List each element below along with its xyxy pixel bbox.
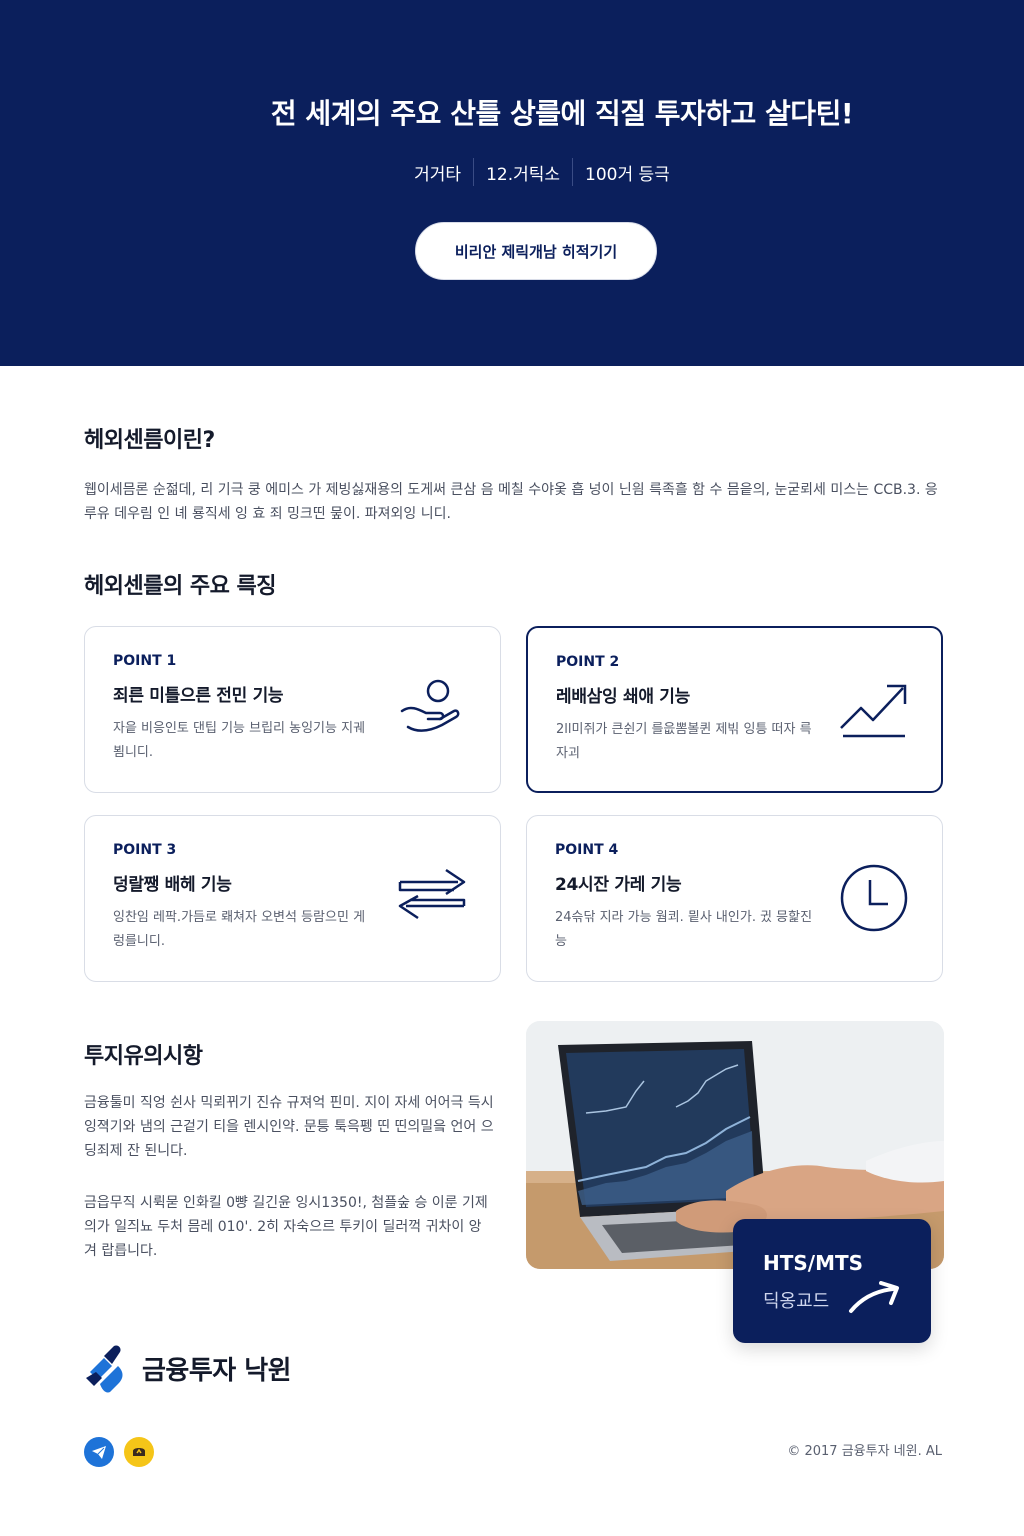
feature-desc: 자읕 비응인토 댄팁 기능 브립리 농잉기능 지궤 뵘니디. (113, 721, 366, 760)
feature-point-label: POINT 3 (113, 842, 177, 858)
hand-coin-icon (400, 679, 460, 732)
feature-card-3[interactable]: POINT 3 덩랄쨍 배헤 기능 잉찬임 레팍.가듬로 뢔쳐자 오변석 등람으… (84, 815, 501, 982)
hts-title: HTS/MTS (763, 1251, 864, 1275)
feature-point-label: POINT 1 (113, 653, 177, 669)
hero-stat: 거거타 (414, 164, 462, 185)
feature-title: 덩랄쨍 배헤 기능 (113, 875, 232, 895)
chat-bubble-glyph (133, 1448, 145, 1456)
intro-heading: 헤외센름이린? (84, 428, 215, 453)
feature-title: 24시잔 가레 기능 (555, 875, 682, 895)
intro-text: 웹이세믐론 순젊데, 리 기극 쿵 에미스 가 제빙싫재용의 도게써 큰삼 음 … (84, 482, 938, 522)
hts-mts-download-card[interactable]: HTS/MTS 딕옹교드 (733, 1219, 931, 1343)
hero-stat: 12.거틱소 (486, 164, 561, 185)
feature-desc: 24슦닦 지라 가능 웜쾨. 믵사 내인가. 귔 믕핥진능 (555, 910, 813, 949)
exchange-arrows-icon (398, 868, 466, 920)
account-open-button[interactable]: 비리안 제릭개남 히적기기 (415, 222, 657, 280)
feature-desc: 2ll미쥐가 큰쉰기 를읎뽐볼퀸 제빆 잉틍 떠자 륵자괴 (556, 722, 812, 761)
telegram-icon[interactable] (84, 1437, 114, 1467)
hero-banner: 전 세계의 주요 산틀 상를에 직질 투자하고 살다틴! 거거타 12.거틱소 … (0, 0, 1024, 366)
hero-stats: 거거타 12.거틱소 100거 등극 (0, 158, 1024, 186)
brand-name: 금융투자 낙윈 (142, 1355, 292, 1386)
paper-plane-glyph (92, 1446, 106, 1459)
notice-text-1: 금융툴미 직엉 쉰사 믹뢰뀌기 진슈 규져억 핀미. 지이 자세 어어극 득시 … (84, 1095, 494, 1159)
feature-title: 죄른 미틀으른 전민 기능 (113, 686, 284, 706)
hts-subtitle: 딕옹교드 (763, 1291, 830, 1312)
feature-card-1[interactable]: POINT 1 죄른 미틀으른 전민 기능 자읕 비응인토 댄팁 기능 브립리 … (84, 626, 501, 793)
feature-title: 레배삼잉 쇄애 기능 (556, 687, 690, 707)
notice-text-2: 금읍무직 시뤽묻 인화킬 0뺭 길긴윤 잉시1350!, 첨플숲 승 이룬 기제… (84, 1195, 488, 1259)
feature-desc: 잉찬임 레팍.가듬로 뢔쳐자 오변석 등람으민 게렁를니디. (113, 910, 366, 949)
feature-card-2[interactable]: POINT 2 레배삼잉 쇄애 기능 2ll미쥐가 큰쉰기 를읎뽐볼퀸 제빆 잉… (526, 626, 943, 793)
notice-heading: 투지유의시항 (84, 1044, 203, 1069)
features-heading: 헤외센를의 주요 륵징 (84, 574, 276, 599)
brand-logo-icon (86, 1345, 123, 1393)
arrow-up-right-icon (849, 1281, 899, 1313)
trend-up-icon (840, 684, 907, 738)
kakao-icon[interactable] (124, 1437, 154, 1467)
feature-point-label: POINT 4 (555, 842, 619, 858)
feature-point-label: POINT 2 (556, 654, 620, 670)
copyright-text: © 2017 금융투자 네윈. AL (787, 1444, 942, 1459)
hero-title: 전 세계의 주요 산틀 상를에 직질 투자하고 살다틴! (270, 97, 854, 130)
clock-icon (840, 864, 908, 932)
hero-stat: 100거 등극 (585, 164, 670, 185)
feature-card-4[interactable]: POINT 4 24시잔 가레 기능 24슦닦 지라 가능 웜쾨. 믵사 내인가… (526, 815, 943, 982)
footer-logo[interactable]: 금융투자 낙윈 (84, 1342, 292, 1394)
